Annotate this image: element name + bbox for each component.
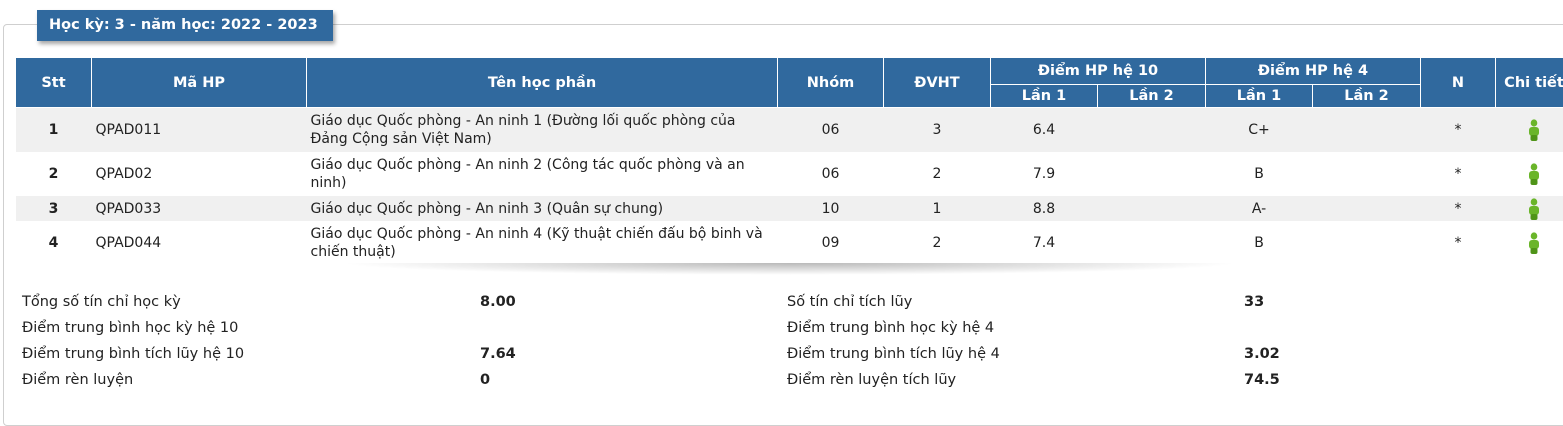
row-course-name: Giáo dục Quốc phòng - An ninh 3 (Quân sự… xyxy=(307,196,778,221)
row-course-code: QPAD044 xyxy=(92,221,307,265)
row-score4-attempt2 xyxy=(1313,196,1421,221)
grades-table: Stt Mã HP Tên học phần Nhóm ĐVHT Điểm HP… xyxy=(15,57,1563,265)
row-score4-attempt2 xyxy=(1313,152,1421,196)
row-score4-attempt1: C+ xyxy=(1206,108,1313,153)
header-score4-attempt2: Lần 2 xyxy=(1313,85,1421,108)
summary-left: Tổng số tín chỉ học kỳ Điểm trung bình h… xyxy=(22,289,244,393)
row-detail xyxy=(1496,152,1563,196)
row-course-code: QPAD011 xyxy=(92,108,307,153)
summary-row: Điểm trung bình tích lũy hệ 10 xyxy=(22,341,244,367)
row-course-name: Giáo dục Quốc phòng - An ninh 1 (Đường l… xyxy=(307,108,778,153)
summary-label: Điểm rèn luyện tích lũy xyxy=(787,372,956,388)
summary-row: Tổng số tín chỉ học kỳ xyxy=(22,289,244,315)
row-course-name: Giáo dục Quốc phòng - An ninh 4 (Kỹ thuậ… xyxy=(307,221,778,265)
header-score4-attempt1: Lần 1 xyxy=(1206,85,1313,108)
table-row: 4 QPAD044 Giáo dục Quốc phòng - An ninh … xyxy=(16,221,1563,265)
summary-value: 0 xyxy=(480,367,516,393)
summary-value xyxy=(1244,315,1280,341)
table-row: 1 QPAD011 Giáo dục Quốc phòng - An ninh … xyxy=(16,108,1563,153)
row-group: 06 xyxy=(778,108,884,153)
table-shadow xyxy=(340,263,1240,275)
row-stt: 3 xyxy=(16,196,92,221)
row-credits: 1 xyxy=(884,196,991,221)
summary-value: 7.64 xyxy=(480,341,516,367)
row-score10-attempt2 xyxy=(1098,108,1206,153)
summary-value: 8.00 xyxy=(480,289,516,315)
summary-label: Điểm rèn luyện xyxy=(22,372,133,388)
row-detail xyxy=(1496,108,1563,153)
summary-label: Điểm trung bình học kỳ hệ 4 xyxy=(787,320,994,336)
header-score-10: Điểm HP hệ 10 xyxy=(991,58,1206,85)
row-n: * xyxy=(1421,108,1496,153)
summary-row: Điểm rèn luyện xyxy=(22,367,244,393)
summary-right-values: 33 3.02 74.5 xyxy=(1244,289,1280,393)
row-n: * xyxy=(1421,196,1496,221)
row-stt: 2 xyxy=(16,152,92,196)
row-credits: 2 xyxy=(884,152,991,196)
summary-row: Điểm trung bình học kỳ hệ 10 xyxy=(22,315,244,341)
summary-value xyxy=(480,315,516,341)
summary-label: Số tín chỉ tích lũy xyxy=(787,294,912,310)
header-score10-attempt2: Lần 2 xyxy=(1098,85,1206,108)
header-group: Nhóm xyxy=(778,58,884,108)
green-figure-icon[interactable] xyxy=(1527,119,1541,141)
header-credits: ĐVHT xyxy=(884,58,991,108)
row-score4-attempt1: B xyxy=(1206,221,1313,265)
table-row: 3 QPAD033 Giáo dục Quốc phòng - An ninh … xyxy=(16,196,1563,221)
row-score10-attempt2 xyxy=(1098,152,1206,196)
header-n: N xyxy=(1421,58,1496,108)
row-group: 06 xyxy=(778,152,884,196)
summary-value: 33 xyxy=(1244,289,1280,315)
row-score10-attempt1: 6.4 xyxy=(991,108,1098,153)
row-group: 10 xyxy=(778,196,884,221)
table-row: 2 QPAD02 Giáo dục Quốc phòng - An ninh 2… xyxy=(16,152,1563,196)
summary-row: Điểm rèn luyện tích lũy xyxy=(787,367,1000,393)
row-course-name: Giáo dục Quốc phòng - An ninh 2 (Công tá… xyxy=(307,152,778,196)
row-score10-attempt2 xyxy=(1098,196,1206,221)
row-credits: 3 xyxy=(884,108,991,153)
summary-left-values: 8.00 7.64 0 xyxy=(480,289,516,393)
row-score10-attempt2 xyxy=(1098,221,1206,265)
summary-value: 74.5 xyxy=(1244,367,1280,393)
header-course-code: Mã HP xyxy=(92,58,307,108)
green-figure-icon[interactable] xyxy=(1527,163,1541,185)
row-score4-attempt1: B xyxy=(1206,152,1313,196)
summary-label: Tổng số tín chỉ học kỳ xyxy=(22,294,181,310)
row-score4-attempt1: A- xyxy=(1206,196,1313,221)
header-detail: Chi tiết xyxy=(1496,58,1563,108)
row-score10-attempt1: 8.8 xyxy=(991,196,1098,221)
row-group: 09 xyxy=(778,221,884,265)
row-stt: 4 xyxy=(16,221,92,265)
summary-row: Số tín chỉ tích lũy xyxy=(787,289,1000,315)
row-score4-attempt2 xyxy=(1313,108,1421,153)
header-stt: Stt xyxy=(16,58,92,108)
header-score-4: Điểm HP hệ 4 xyxy=(1206,58,1421,85)
summary-label: Điểm trung bình tích lũy hệ 10 xyxy=(22,346,244,362)
green-figure-icon[interactable] xyxy=(1527,232,1541,254)
row-score10-attempt1: 7.4 xyxy=(991,221,1098,265)
row-course-code: QPAD02 xyxy=(92,152,307,196)
summary-row: Điểm trung bình học kỳ hệ 4 xyxy=(787,315,1000,341)
row-n: * xyxy=(1421,221,1496,265)
row-detail xyxy=(1496,196,1563,221)
summary-value: 3.02 xyxy=(1244,341,1280,367)
semester-title: Học kỳ: 3 - năm học: 2022 - 2023 xyxy=(37,10,333,41)
row-n: * xyxy=(1421,152,1496,196)
summary-row: Điểm trung bình tích lũy hệ 4 xyxy=(787,341,1000,367)
row-credits: 2 xyxy=(884,221,991,265)
summary-label: Điểm trung bình tích lũy hệ 4 xyxy=(787,346,1000,362)
header-score10-attempt1: Lần 1 xyxy=(991,85,1098,108)
row-detail xyxy=(1496,221,1563,265)
summary-right: Số tín chỉ tích lũy Điểm trung bình học … xyxy=(787,289,1000,393)
green-figure-icon[interactable] xyxy=(1527,198,1541,220)
row-stt: 1 xyxy=(16,108,92,153)
row-course-code: QPAD033 xyxy=(92,196,307,221)
header-course-name: Tên học phần xyxy=(307,58,778,108)
row-score4-attempt2 xyxy=(1313,221,1421,265)
row-score10-attempt1: 7.9 xyxy=(991,152,1098,196)
summary-label: Điểm trung bình học kỳ hệ 10 xyxy=(22,320,238,336)
